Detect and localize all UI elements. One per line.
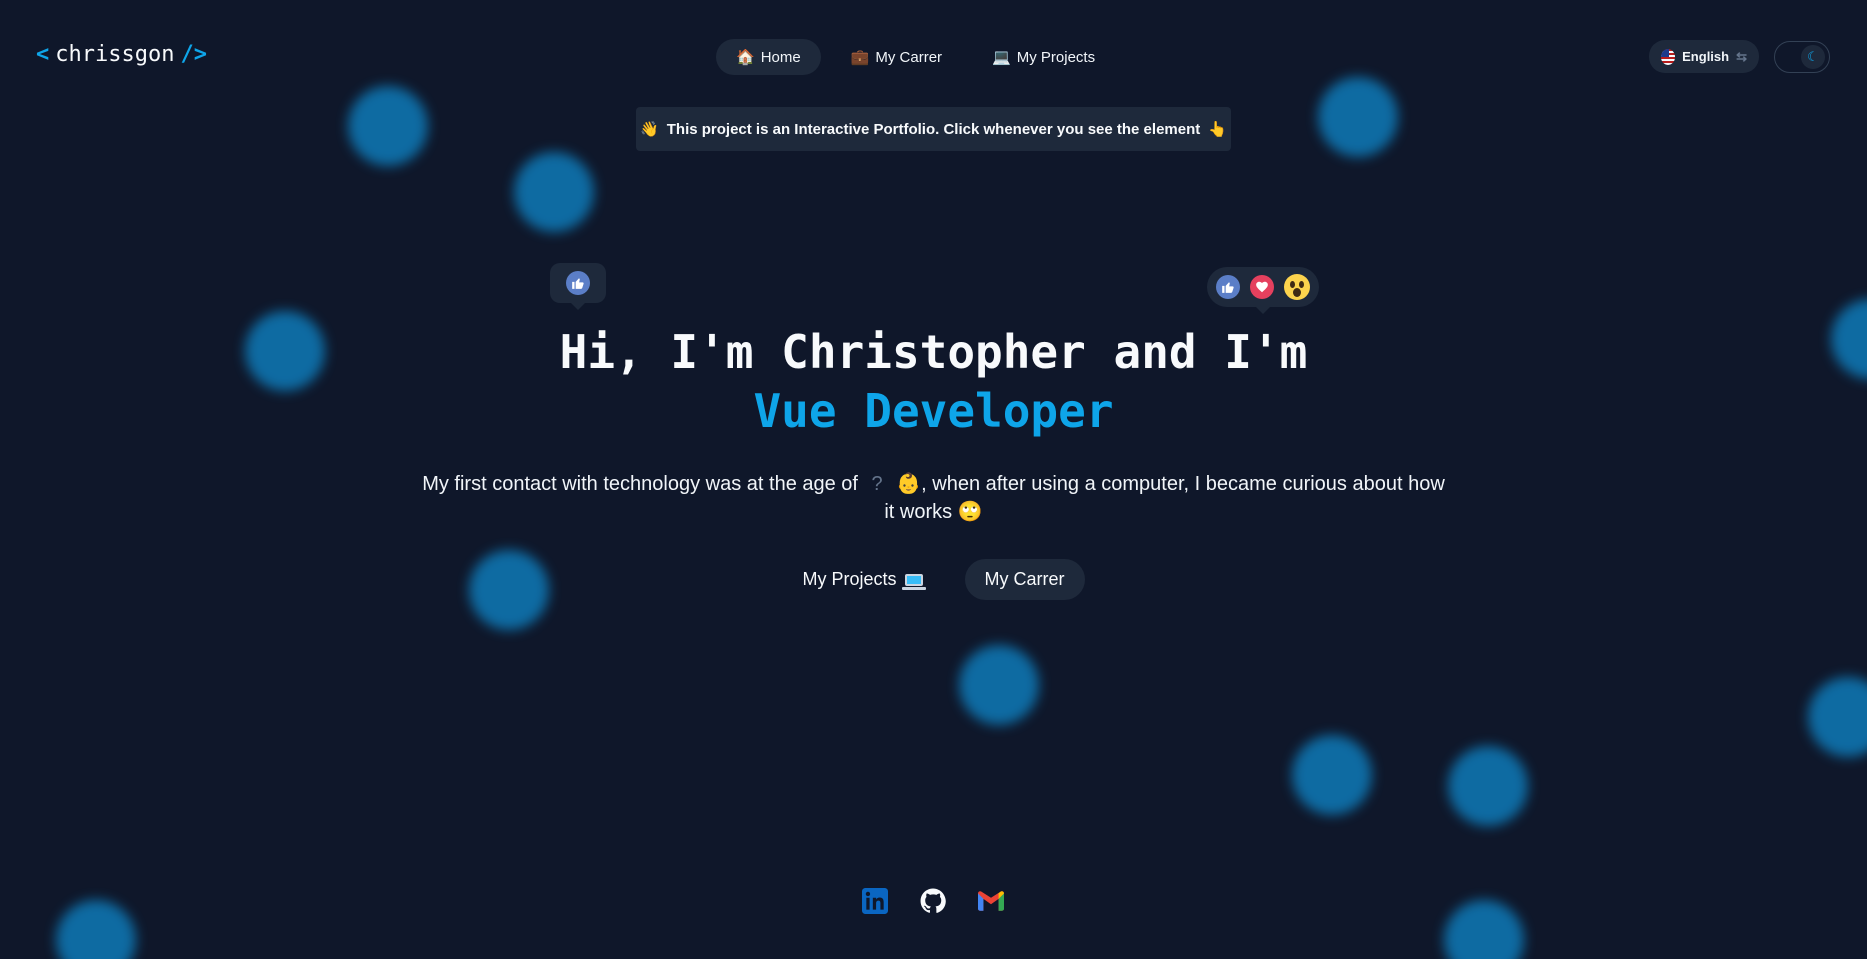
- background-blob: [1318, 77, 1398, 157]
- reaction-bubble-like[interactable]: [550, 263, 606, 310]
- nav-projects-label: My Projects: [1016, 48, 1096, 66]
- carrer-button[interactable]: My Carrer: [964, 559, 1085, 600]
- intro-text: My first contact with technology was at …: [420, 470, 1447, 526]
- like-icon: [566, 271, 590, 295]
- nav-carrer-label: My Carrer: [875, 48, 943, 66]
- background-blob: [56, 900, 136, 959]
- background-blob: [348, 86, 428, 166]
- background-blob: [1448, 746, 1528, 826]
- logo-bracket-open: <: [36, 42, 50, 67]
- site-logo[interactable]: < chrissgon />: [36, 42, 207, 67]
- banner-text: This project is an Interactive Portfolio…: [666, 120, 1201, 138]
- hero-actions: My Projects My Carrer: [0, 559, 1867, 600]
- carrer-button-label: My Carrer: [984, 569, 1065, 589]
- projects-button-label: My Projects: [802, 569, 897, 589]
- nav-carrer[interactable]: 💼 My Carrer: [831, 39, 962, 75]
- nav-projects[interactable]: 💻 My Projects: [972, 39, 1115, 75]
- hero-title: Hi, I'm Christopher and I'm: [559, 325, 1308, 379]
- intro-before: My first contact with technology was at …: [422, 473, 858, 495]
- theme-toggle[interactable]: ☾: [1774, 41, 1830, 73]
- logo-bracket-close: />: [180, 42, 207, 67]
- github-icon[interactable]: [920, 888, 946, 914]
- background-blob: [1808, 677, 1867, 757]
- background-blob: [959, 645, 1039, 725]
- background-blob: [514, 152, 594, 232]
- briefcase-icon: 💼: [850, 49, 870, 66]
- heart-icon[interactable]: [1250, 275, 1274, 299]
- nav-home[interactable]: 🏠 Home: [716, 39, 821, 75]
- logo-text: chrissgon: [55, 42, 175, 67]
- language-switcher[interactable]: English ⇆: [1649, 40, 1759, 73]
- hero-role: Vue Developer: [753, 384, 1114, 438]
- baby-icon: 👶: [896, 473, 922, 495]
- language-label: English: [1682, 49, 1730, 64]
- age-reveal[interactable]: ?: [864, 470, 891, 498]
- moon-icon: ☾: [1801, 45, 1825, 69]
- projects-button[interactable]: My Projects: [782, 559, 942, 600]
- rolling-eyes-icon: 🙄: [957, 501, 983, 523]
- nav-home-label: Home: [760, 48, 801, 66]
- house-icon: 🏠: [736, 49, 755, 66]
- linkedin-icon[interactable]: [862, 888, 888, 914]
- reaction-bubble-group[interactable]: [1207, 267, 1319, 314]
- wow-icon[interactable]: [1284, 274, 1310, 300]
- laptop-icon: 💻: [992, 49, 1011, 66]
- interactive-banner: 👋 This project is an Interactive Portfol…: [636, 107, 1231, 151]
- waving-hand-icon: 👋: [640, 121, 659, 138]
- swap-icon: ⇆: [1736, 48, 1747, 64]
- gmail-icon[interactable]: [978, 888, 1004, 914]
- background-blob: [1292, 735, 1372, 815]
- like-icon[interactable]: [1216, 275, 1240, 299]
- laptop-icon: [901, 573, 926, 590]
- us-flag-icon: [1661, 48, 1676, 65]
- social-links: [862, 888, 1004, 914]
- main-nav: 🏠 Home 💼 My Carrer 💻 My Projects: [716, 39, 1115, 75]
- background-blob: [1444, 900, 1524, 959]
- pointing-hand-icon: 👆: [1208, 121, 1227, 138]
